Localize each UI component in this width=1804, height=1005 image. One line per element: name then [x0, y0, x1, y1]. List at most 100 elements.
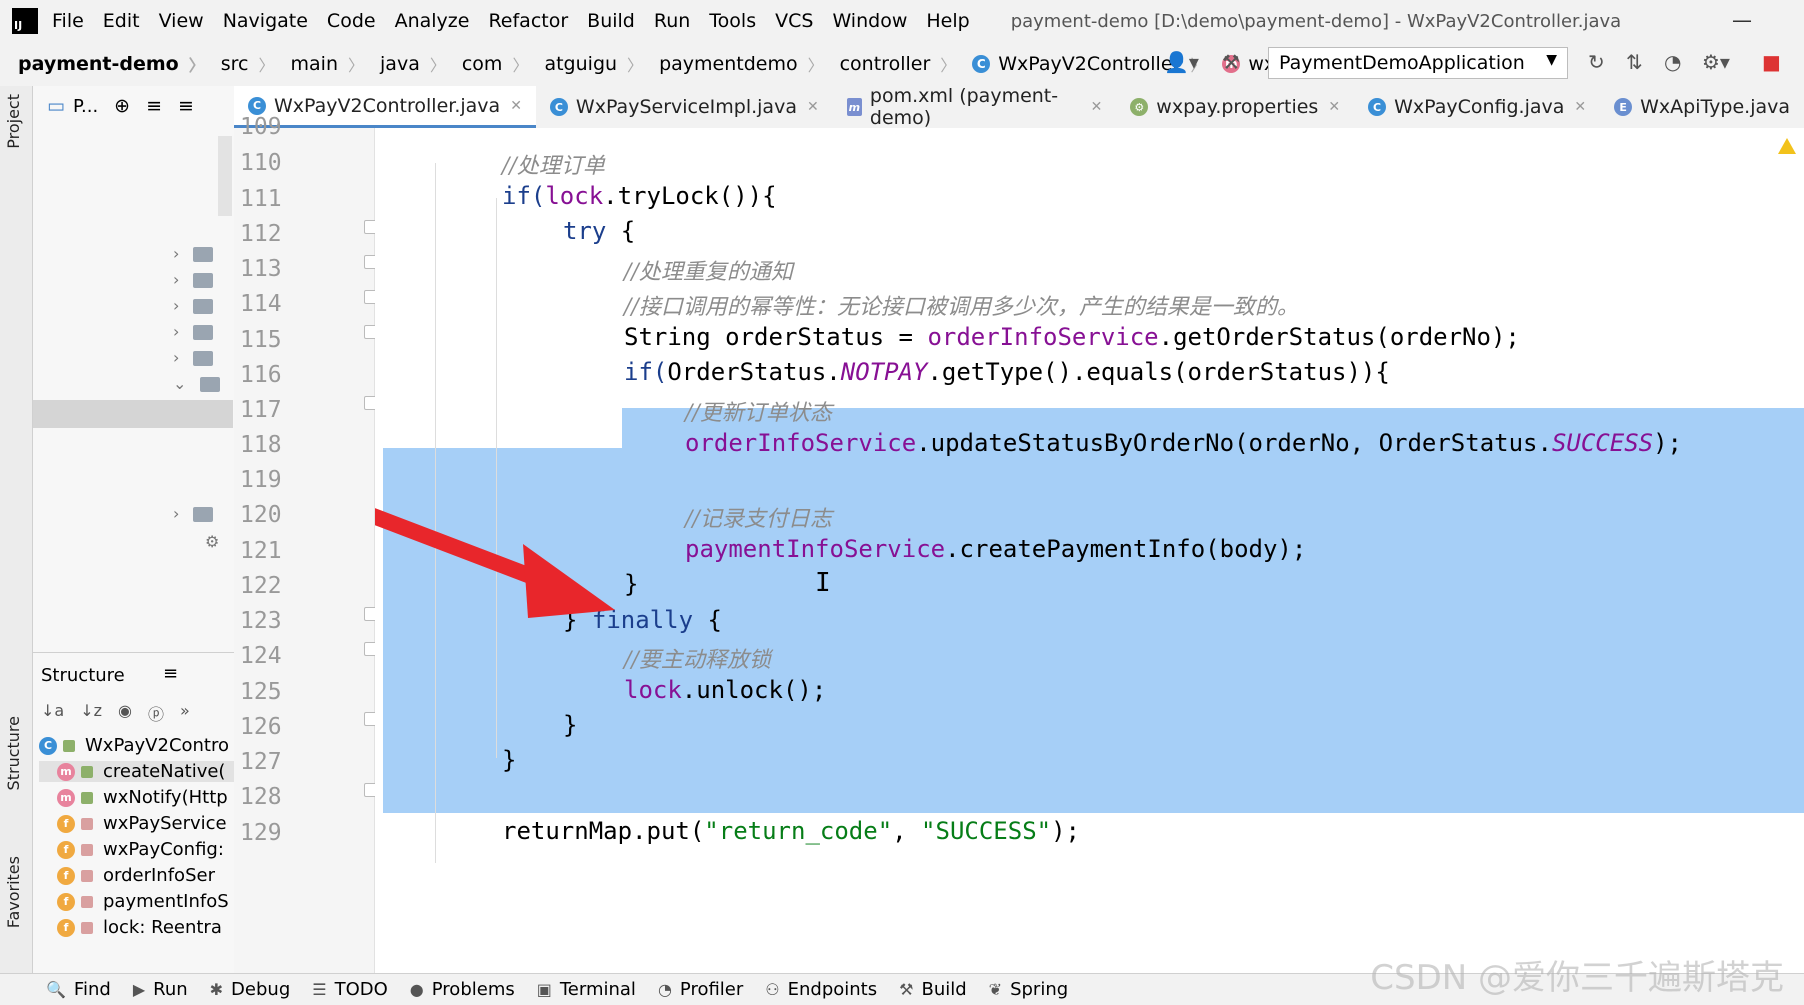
- breadcrumb-atguigu[interactable]: atguigu 〉: [544, 52, 643, 76]
- hammer-icon[interactable]: ⚒: [1222, 50, 1240, 74]
- spring-app-icon[interactable]: ⚙: [205, 532, 219, 551]
- line-number: 128: [240, 784, 282, 810]
- debug-tool[interactable]: ✱ Debug: [210, 979, 291, 1000]
- menu-analyze[interactable]: Analyze: [395, 10, 470, 32]
- tree-folder[interactable]: ›: [173, 504, 214, 523]
- public-icon: [81, 765, 93, 778]
- profile-icon[interactable]: ◔: [1664, 50, 1681, 74]
- close-icon[interactable]: ✕: [807, 99, 819, 115]
- profiler-tool[interactable]: ◔ Profiler: [658, 979, 743, 1000]
- menu-window[interactable]: Window: [832, 10, 907, 32]
- menu-tools[interactable]: Tools: [709, 10, 756, 32]
- project-tool-tab[interactable]: Project: [4, 94, 23, 149]
- minimize-icon[interactable]: —: [1732, 8, 1752, 32]
- endpoints-tool[interactable]: ⚇ Endpoints: [765, 979, 877, 1000]
- terminal-tool[interactable]: ▣ Terminal: [537, 979, 636, 1000]
- coverage-icon[interactable]: ⇅: [1626, 50, 1643, 74]
- folder-icon: [193, 273, 214, 288]
- tab-pom-xml[interactable]: m pom.xml (payment-demo) ✕: [833, 85, 1117, 129]
- tree-folder[interactable]: ›: [173, 322, 214, 341]
- breadcrumb-main[interactable]: main 〉: [291, 52, 365, 76]
- line-number: 124: [240, 643, 282, 669]
- close-icon[interactable]: ✕: [1091, 99, 1103, 115]
- code-editor[interactable]: //处理订单 if(lock.tryLock()){ try { //处理重复的…: [375, 128, 1804, 973]
- close-icon[interactable]: ✕: [1574, 99, 1586, 115]
- tab-wxapitype[interactable]: E WxApiType.java: [1600, 86, 1804, 128]
- field-icon: f: [57, 918, 75, 937]
- intellij-logo: IJ: [12, 8, 38, 34]
- access-icon: [63, 739, 75, 752]
- structure-item-selected[interactable]: m createNative(: [39, 761, 234, 782]
- code-line-129: returnMap.put("return_code", "SUCCESS");: [502, 817, 1080, 845]
- structure-item[interactable]: f wxPayConfig:: [39, 839, 234, 860]
- menu-help[interactable]: Help: [926, 10, 969, 32]
- lock-icon: [81, 843, 93, 856]
- rerun-icon[interactable]: ↻: [1588, 50, 1605, 74]
- run-configuration-select[interactable]: PaymentDemoApplication ▼: [1268, 47, 1568, 79]
- close-icon[interactable]: ✕: [510, 98, 522, 114]
- breadcrumb-src[interactable]: src 〉: [221, 52, 275, 76]
- scrollbar[interactable]: [218, 136, 232, 216]
- collapse-all-icon[interactable]: ≡: [178, 95, 194, 117]
- lock-icon: [81, 817, 93, 830]
- stop-icon[interactable]: ■: [1762, 50, 1781, 74]
- editor-gutter: 109 110 111 112 113 114 115 116 117 118 …: [234, 114, 378, 973]
- breadcrumb-java[interactable]: java 〉: [380, 52, 446, 76]
- menu-code[interactable]: Code: [327, 10, 376, 32]
- show-properties-icon[interactable]: ⓟ: [148, 701, 164, 725]
- structure-tool-tab[interactable]: Structure: [4, 716, 23, 790]
- structure-options-icon[interactable]: ≡: [163, 663, 178, 684]
- structure-item[interactable]: f lock: Reentra: [39, 917, 234, 938]
- show-inherited-icon[interactable]: ◉: [118, 701, 132, 725]
- tab-wxpay-properties[interactable]: ⚙ wxpay.properties ✕: [1116, 86, 1354, 128]
- tab-wxpayserviceimpl[interactable]: C WxPayServiceImpl.java ✕: [536, 86, 833, 128]
- menu-build[interactable]: Build: [587, 10, 635, 32]
- tab-wxpayconfig[interactable]: C WxPayConfig.java ✕: [1354, 86, 1600, 128]
- menu-file[interactable]: File: [52, 10, 84, 32]
- line-number: 121: [240, 538, 282, 564]
- menu-view[interactable]: View: [159, 10, 204, 32]
- menu-vcs[interactable]: VCS: [775, 10, 813, 32]
- lock-icon: [81, 869, 93, 882]
- sort-visibility-icon[interactable]: ↓z: [80, 701, 102, 725]
- structure-item[interactable]: f paymentInfoS: [39, 891, 234, 912]
- breadcrumb-com[interactable]: com 〉: [462, 52, 529, 76]
- breadcrumb-controller[interactable]: controller 〉: [840, 52, 957, 76]
- settings-icon[interactable]: ⚙▾: [1702, 50, 1730, 74]
- problems-tool[interactable]: ● Problems: [410, 979, 515, 1000]
- menu-run[interactable]: Run: [654, 10, 690, 32]
- todo-tool[interactable]: ☰ TODO: [312, 979, 388, 1000]
- breadcrumb-project[interactable]: payment-demo 〉: [18, 52, 205, 76]
- structure-item[interactable]: f orderInfoSer: [39, 865, 234, 886]
- structure-item[interactable]: m wxNotify(Http: [39, 787, 234, 808]
- structure-item[interactable]: f wxPayService: [39, 813, 234, 834]
- project-toolbar: ▭ P... ⊕ ≡ ≡: [33, 86, 234, 126]
- sort-alpha-icon[interactable]: ↓a: [41, 701, 64, 725]
- structure-item[interactable]: C WxPayV2Contro: [39, 735, 234, 756]
- tree-folder-expanded[interactable]: ⌄: [173, 374, 221, 393]
- spring-tool[interactable]: ❦ Spring: [989, 979, 1069, 1000]
- tree-folder[interactable]: ›: [173, 348, 214, 367]
- chevron-right-icon: 〉: [348, 56, 365, 75]
- structure-panel: Structure ≡ ↓a ↓z ◉ ⓟ » C WxPayV2Contro m…: [33, 652, 235, 974]
- more-icon[interactable]: »: [180, 701, 190, 725]
- close-icon[interactable]: ✕: [1328, 99, 1340, 115]
- build-tool[interactable]: ⚒ Build: [899, 979, 967, 1000]
- run-tool[interactable]: ▶ Run: [133, 979, 188, 1000]
- expand-all-icon[interactable]: ≡: [146, 95, 162, 117]
- find-tool[interactable]: 🔍 Find: [46, 979, 111, 1000]
- tree-selected-row[interactable]: [33, 400, 233, 428]
- menu-edit[interactable]: Edit: [103, 10, 140, 32]
- user-icon[interactable]: 👤▾: [1164, 50, 1199, 74]
- field-icon: f: [57, 840, 75, 859]
- menu-navigate[interactable]: Navigate: [223, 10, 308, 32]
- tree-folder[interactable]: ›: [173, 296, 214, 315]
- menu-refactor[interactable]: Refactor: [488, 10, 568, 32]
- tree-folder[interactable]: ›: [173, 244, 214, 263]
- locate-icon[interactable]: ⊕: [114, 95, 130, 117]
- tree-folder[interactable]: ›: [173, 270, 214, 289]
- favorites-tool-tab[interactable]: Favorites: [4, 856, 23, 928]
- breadcrumb-paymentdemo[interactable]: paymentdemo 〉: [659, 52, 824, 76]
- warning-icon[interactable]: [1778, 138, 1796, 154]
- project-view-selector[interactable]: P...: [73, 96, 98, 117]
